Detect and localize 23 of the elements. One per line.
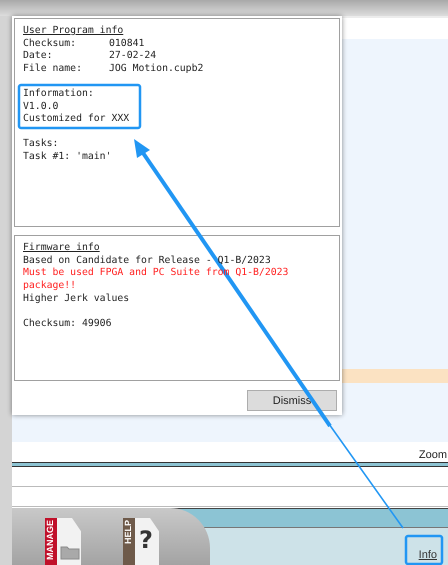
- field-value: 27-02-24: [109, 50, 156, 64]
- field-label: File name:: [23, 63, 83, 76]
- firmware-text: Higher Jerk values: [23, 292, 130, 306]
- firmware-text: Checksum: 49906: [23, 318, 112, 331]
- zoom-label: Zoom: [418, 449, 447, 462]
- info-text: Customized for XXX: [23, 113, 130, 126]
- section-title: User Program info: [23, 25, 124, 38]
- field-value: JOG Motion.cupb2: [109, 63, 204, 76]
- field-value: 010841: [109, 38, 144, 50]
- section-title: Firmware info: [23, 242, 101, 255]
- manage-tab[interactable]: MANAGE: [45, 518, 81, 565]
- field-label: Date:: [23, 50, 54, 64]
- task-text: Tasks:: [23, 138, 60, 151]
- help-tab[interactable]: HELP ?: [123, 518, 159, 565]
- firmware-text: Based on Candidate for Release - Q1-B/2023: [23, 254, 272, 268]
- task-text: Task #1: 'main': [23, 150, 112, 164]
- info-text: Information:: [23, 88, 95, 101]
- field-label: Checksum:: [23, 38, 78, 50]
- folder-icon: [60, 544, 80, 560]
- highlight-frame: [404, 534, 444, 565]
- info-link[interactable]: Info: [418, 549, 437, 561]
- dismiss-button[interactable]: Dismiss: [247, 390, 337, 411]
- info-text: V1.0.0: [23, 100, 60, 114]
